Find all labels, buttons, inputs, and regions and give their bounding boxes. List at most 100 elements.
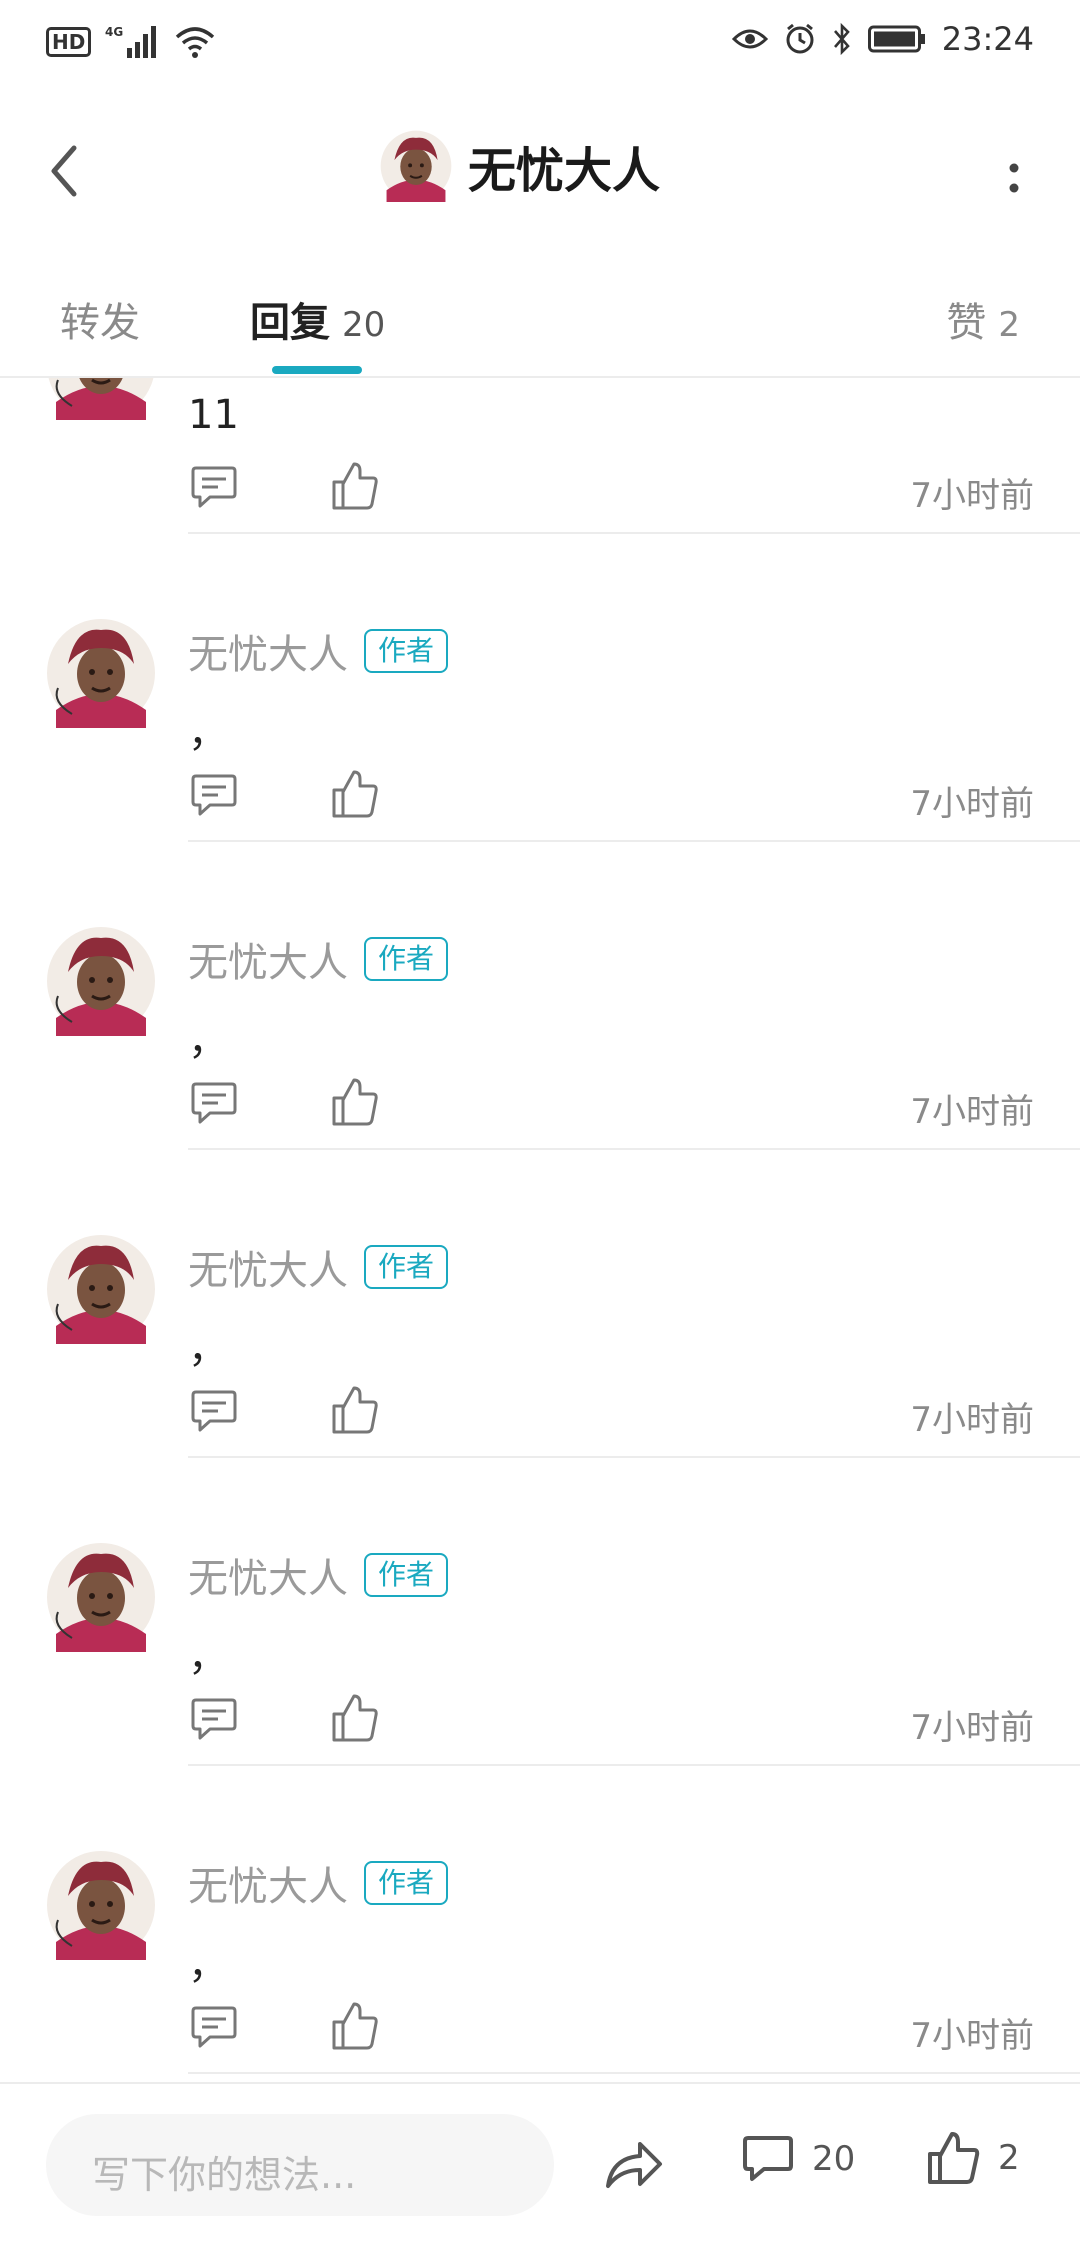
user-avatar[interactable] <box>46 1542 156 1652</box>
reply-like-icon[interactable] <box>330 768 378 820</box>
reply-author-row: 无忧大人 作者 <box>188 930 449 988</box>
reply-list[interactable]: 无忧大人 作者 11 7小时前 无忧大人 作者 ， <box>0 378 1080 2082</box>
reply-actions: 7小时前 <box>188 1386 1038 1448</box>
title-area: 无忧大人 <box>380 130 660 202</box>
reply-author-row: 无忧大人 作者 <box>188 622 449 680</box>
reply-item[interactable]: 无忧大人 作者 11 7小时前 <box>0 378 1080 536</box>
tab-like[interactable]: 赞2 <box>946 290 1020 348</box>
reply-item[interactable]: 无忧大人 作者 ， 7小时前 <box>0 1768 1080 2076</box>
back-button[interactable] <box>40 136 90 206</box>
reply-timestamp: 7小时前 <box>910 476 1034 516</box>
reply-divider <box>188 1148 1080 1150</box>
reply-comment-icon[interactable] <box>190 1080 238 1128</box>
reply-actions: 7小时前 <box>188 1078 1038 1140</box>
reply-actions: 7小时前 <box>188 2002 1038 2064</box>
reply-like-icon[interactable] <box>330 1384 378 1436</box>
author-badge: 作者 <box>364 1245 449 1289</box>
status-right: 23:24 <box>731 20 1034 58</box>
reply-content: ， <box>188 1634 228 1680</box>
status-bar: HD 4G 23:24 <box>0 0 1080 84</box>
battery-icon <box>867 25 925 53</box>
bottom-action-bar: 写下你的想法... 20 2 <box>0 2082 1080 2246</box>
reply-timestamp: 7小时前 <box>910 784 1034 824</box>
alarm-icon <box>786 23 814 54</box>
reply-divider <box>188 1456 1080 1458</box>
active-tab-indicator <box>272 366 362 374</box>
reply-content: 11 <box>188 392 239 438</box>
reply-divider <box>188 532 1080 534</box>
top-navigation: 无忧大人 <box>0 84 1080 254</box>
user-avatar[interactable] <box>46 378 156 420</box>
reply-like-icon[interactable] <box>330 1692 378 1744</box>
tab-forward-label: 转发 <box>60 300 140 346</box>
user-avatar[interactable] <box>46 618 156 728</box>
tab-reply[interactable]: 回复 20 <box>250 290 385 348</box>
reply-author-name[interactable]: 无忧大人 <box>188 1238 348 1296</box>
signal-icon: 4G <box>105 25 157 58</box>
reply-author-row: 无忧大人 作者 <box>188 1238 449 1296</box>
reply-author-row: 无忧大人 作者 <box>188 1854 449 1912</box>
reply-item[interactable]: 无忧大人 作者 ， 7小时前 <box>0 1460 1080 1768</box>
more-vertical-icon <box>1009 163 1019 193</box>
reply-comment-icon[interactable] <box>190 2004 238 2052</box>
comment-icon <box>743 2136 793 2181</box>
author-badge: 作者 <box>364 937 449 981</box>
reply-divider <box>188 1764 1080 1766</box>
reply-author-row: 无忧大人 作者 <box>188 1546 449 1604</box>
tab-bar: 转发 回复 20 赞2 <box>0 254 1080 378</box>
reply-actions: 7小时前 <box>188 1694 1038 1756</box>
tab-forward[interactable]: 转发 <box>60 290 140 348</box>
share-arrow-icon <box>606 2142 662 2188</box>
reply-like-icon[interactable] <box>330 460 378 512</box>
reply-content: ， <box>188 1326 228 1372</box>
comment-input-placeholder: 写下你的想法... <box>92 2153 357 2197</box>
bluetooth-icon <box>833 22 850 56</box>
clock: 23:24 <box>941 20 1034 58</box>
tab-like-count: 2 <box>998 305 1020 345</box>
header-avatar[interactable] <box>380 130 452 202</box>
reply-author-name[interactable]: 无忧大人 <box>188 622 348 680</box>
tab-like-label: 赞 <box>946 300 987 346</box>
reply-timestamp: 7小时前 <box>910 1092 1034 1132</box>
tab-reply-label: 回复 <box>250 300 330 346</box>
reply-like-icon[interactable] <box>330 1076 378 1128</box>
reply-item[interactable]: 无忧大人 作者 ， 7小时前 <box>0 1152 1080 1460</box>
reply-content: ， <box>188 1942 228 1988</box>
reply-like-icon[interactable] <box>330 2000 378 2052</box>
reply-comment-icon[interactable] <box>190 1388 238 1436</box>
author-badge: 作者 <box>364 1553 449 1597</box>
page-title: 无忧大人 <box>468 143 661 199</box>
reply-author-name[interactable]: 无忧大人 <box>188 930 348 988</box>
reply-author-name[interactable]: 无忧大人 <box>188 1854 348 1912</box>
tab-reply-count: 20 <box>342 305 386 345</box>
hd-indicator: HD <box>46 27 92 57</box>
reply-comment-icon[interactable] <box>190 772 238 820</box>
comment-input[interactable]: 写下你的想法... <box>46 2114 554 2216</box>
more-button[interactable] <box>1004 148 1024 208</box>
reply-divider <box>188 2072 1080 2074</box>
reply-author-name[interactable]: 无忧大人 <box>188 1546 348 1604</box>
comment-button[interactable]: 20 <box>742 2134 855 2184</box>
reply-item[interactable]: 无忧大人 作者 ， 7小时前 <box>0 844 1080 1152</box>
reply-comment-icon[interactable] <box>190 1696 238 1744</box>
user-avatar[interactable] <box>46 1850 156 1960</box>
author-badge: 作者 <box>364 1861 449 1905</box>
eye-icon <box>731 29 768 49</box>
reply-timestamp: 7小时前 <box>910 1400 1034 1440</box>
reply-timestamp: 7小时前 <box>910 1708 1034 1748</box>
user-avatar[interactable] <box>46 926 156 1036</box>
reply-content: ， <box>188 1018 228 1064</box>
reply-actions: 7小时前 <box>188 462 1038 524</box>
like-count: 2 <box>998 2138 1020 2178</box>
reply-comment-icon[interactable] <box>190 464 238 512</box>
reply-item[interactable]: 无忧大人 作者 ， 7小时前 <box>0 536 1080 844</box>
user-avatar[interactable] <box>46 1234 156 1344</box>
share-button[interactable] <box>604 2136 664 2192</box>
status-left: HD 4G <box>46 24 215 60</box>
like-button[interactable]: 2 <box>926 2130 1020 2186</box>
reply-actions: 7小时前 <box>188 770 1038 832</box>
reply-content: ， <box>188 710 228 756</box>
reply-timestamp: 7小时前 <box>910 2016 1034 2056</box>
chevron-left-icon <box>51 145 77 197</box>
thumbs-up-icon <box>928 2132 980 2184</box>
